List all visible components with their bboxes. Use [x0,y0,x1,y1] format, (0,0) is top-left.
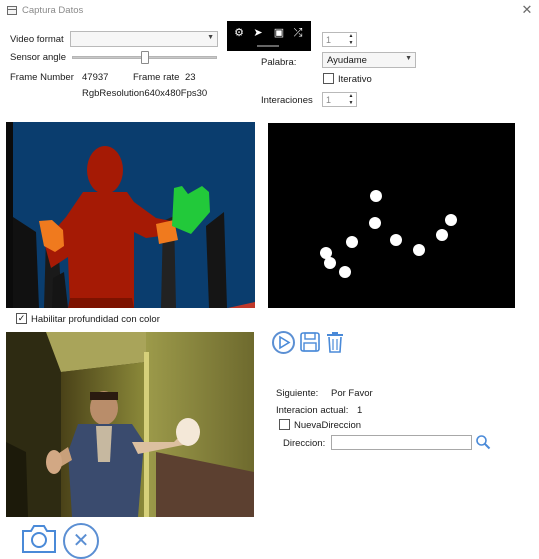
interacion-actual-value: 1 [357,405,363,416]
save-button[interactable] [299,331,321,353]
direccion-label: Direccion: [283,438,326,449]
sensor-angle-label: Sensor angle [10,52,66,63]
spinner-arrows-icon[interactable]: ▲ ▼ [347,93,355,106]
joint [390,234,402,246]
camera-image [6,332,254,517]
interaciones-spinner[interactable]: 1 ▲ ▼ [322,92,357,107]
joint [369,217,381,229]
palabra-dropdown[interactable]: Ayudame ▼ [322,52,416,68]
close-icon[interactable]: ✕ [519,2,535,18]
siguiente-label: Siguiente: [276,388,319,399]
interacion-actual-label: Interacion actual: [276,405,349,416]
nueva-direccion-label: NuevaDireccion [294,420,362,431]
video-format-label: Video format [10,34,64,45]
pointer-screen-icon[interactable]: ➤ [251,26,265,40]
depth-image [6,122,255,308]
siguiente-value: Por Favor [331,388,373,399]
video-format-dropdown[interactable]: ▼ [70,31,218,47]
joint [324,257,336,269]
settings-icon[interactable]: ⚙ [232,26,246,40]
joint [445,214,457,226]
joint [436,229,448,241]
palabra-value: Ayudame [327,55,367,66]
frame-number-value: 47937 [82,72,109,83]
toolbar-scroll-indicator [257,45,279,47]
close-icon: ✕ [72,530,90,552]
trash-icon [327,332,343,353]
search-icon [476,435,491,450]
spinner-arrows-icon[interactable]: ▲ ▼ [347,33,355,46]
save-icon [300,332,320,352]
camera-icon [22,525,56,553]
joint [346,236,358,248]
cancel-button[interactable]: ✕ [63,523,99,559]
iterativo-checkbox[interactable] [323,73,334,84]
depth-image-graphic [6,122,255,308]
direccion-input[interactable] [331,435,472,450]
tool-icon-bar: ⚙ ➤ ▣ ⤮ [227,21,311,51]
chevron-down-icon: ▼ [405,55,412,62]
skeleton-view [268,123,515,308]
app-icon [7,6,17,15]
resolution-text: RgbResolution640x480Fps30 [82,88,208,99]
interaciones-value: 1 [326,95,332,105]
capture-button[interactable] [20,521,58,555]
window-title: Captura Datos [22,5,84,16]
palabra-label: Palabra: [261,57,297,68]
top-spinner-value: 1 [326,35,332,45]
frame-icon[interactable]: ▣ [272,26,286,40]
play-icon [279,335,291,350]
iterativo-label: Iterativo [338,74,372,85]
frame-rate-value: 23 [185,72,196,83]
joint [370,190,382,202]
top-spinner[interactable]: 1 ▲ ▼ [322,32,357,47]
chevron-down-icon: ▼ [207,34,214,41]
nueva-direccion-checkbox[interactable] [279,419,290,430]
skeleton-graphic [268,123,515,308]
joint [339,266,351,278]
sensor-angle-slider-thumb[interactable] [141,51,149,64]
delete-button[interactable] [325,331,345,353]
search-button[interactable] [475,434,491,450]
frame-rate-label: Frame rate [133,72,180,83]
joint [413,244,425,256]
camera-image-graphic [6,332,254,517]
play-button[interactable] [272,331,295,354]
depth-color-label: Habilitar profundidad con color [31,314,160,325]
frame-number-label: Frame Number [10,72,74,83]
camera-transform-icon[interactable]: ⤮ [291,26,305,40]
interaciones-label: Interaciones [261,95,313,106]
depth-color-checkbox[interactable]: ✓ [16,313,27,324]
